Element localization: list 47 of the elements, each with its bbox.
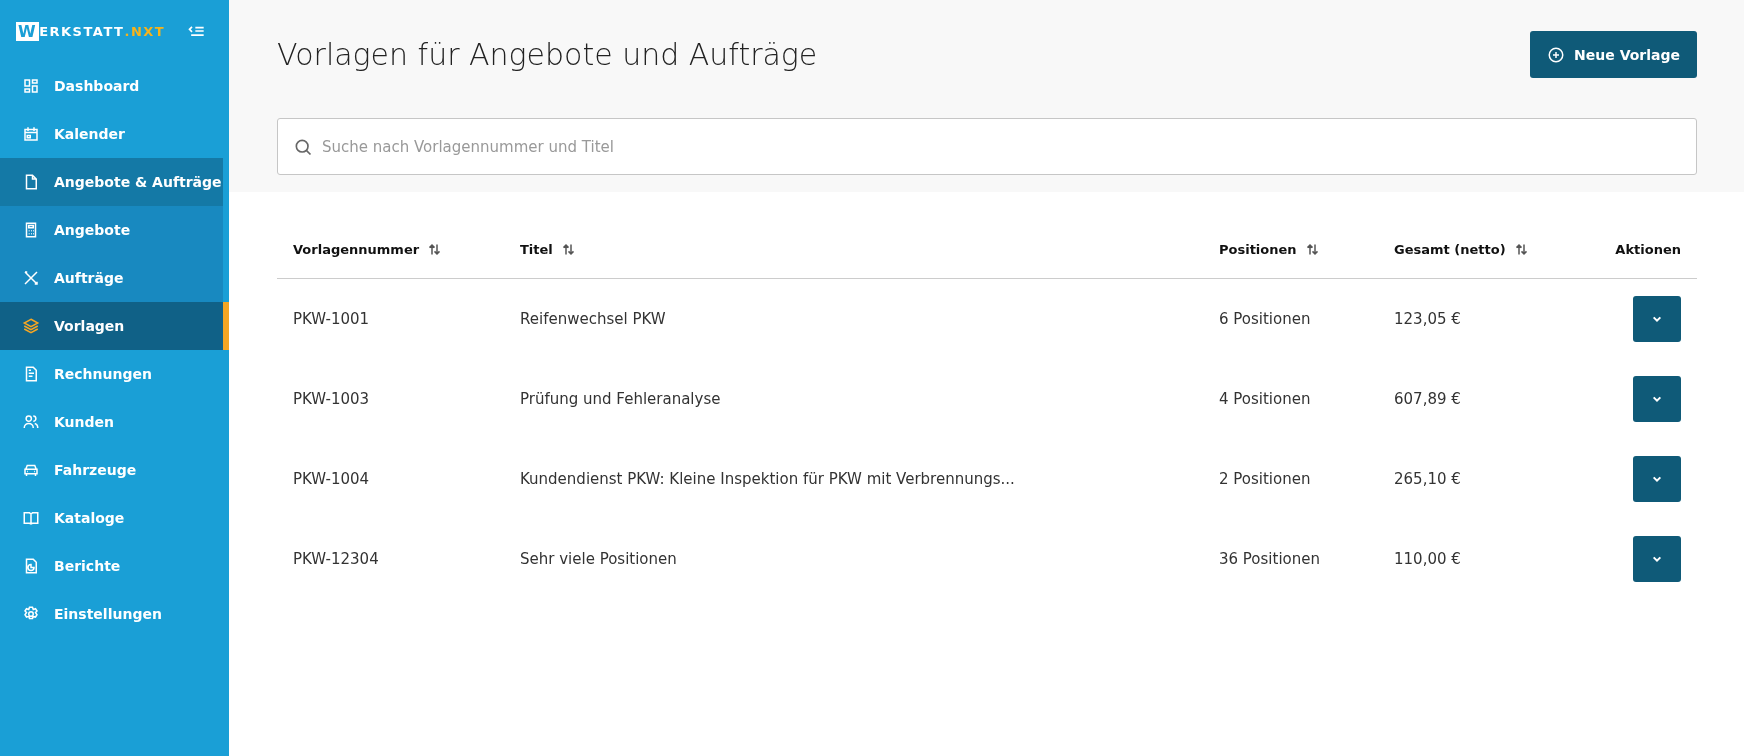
page-title: Vorlagen für Angebote und Aufträge xyxy=(277,37,818,72)
table-cell: PKW-1001 xyxy=(293,310,370,328)
sidebar-item[interactable]: Fahrzeuge xyxy=(0,446,229,494)
sidebar-subitem[interactable]: Vorlagen xyxy=(0,302,229,350)
users-icon xyxy=(22,413,40,431)
tools-icon xyxy=(22,269,40,287)
table-cell: PKW-1003 xyxy=(293,390,370,408)
table-cell: PKW-1004 xyxy=(293,470,370,488)
table-cell: Reifenwechsel PKW xyxy=(520,310,666,328)
column-header[interactable]: Gesamt (netto) xyxy=(1394,241,1506,257)
table-cell: Prüfung und Fehleranalyse xyxy=(520,390,721,408)
logo-text: ERKSTATT xyxy=(39,23,125,39)
sidebar-subitem[interactable]: Aufträge xyxy=(0,254,223,302)
new-template-button[interactable]: Neue Vorlage xyxy=(1530,31,1697,78)
table-cell: 110,00 € xyxy=(1394,550,1461,568)
column-header[interactable]: Titel xyxy=(520,241,553,257)
book-icon xyxy=(22,509,40,527)
table-cell: Kundendienst PKW: Kleine Inspektion für PKW mit Verbrennungs... xyxy=(520,470,1015,488)
column-header[interactable]: Vorlagennummer xyxy=(293,241,420,257)
sidebar-subitem[interactable]: Angebote xyxy=(0,206,223,254)
plus-circle-icon xyxy=(1547,45,1566,64)
sidebar-item[interactable]: Berichte xyxy=(0,542,229,590)
calendar-icon xyxy=(22,125,40,143)
sidebar-item[interactable]: Kalender xyxy=(0,110,229,158)
table-cell: 2 Positionen xyxy=(1219,470,1311,488)
grid-icon xyxy=(22,77,40,95)
column-header[interactable]: Positionen xyxy=(1219,241,1297,257)
sidebar-item[interactable]: Kataloge xyxy=(0,494,229,542)
search-field[interactable]: Suche nach Vorlagennummer und Titel xyxy=(277,118,1697,175)
table-cell: Sehr viele Positionen xyxy=(520,550,677,568)
table-cell: 123,05 € xyxy=(1394,310,1461,328)
logo-letter: W xyxy=(16,21,40,41)
sidebar-item[interactable]: Rechnungen xyxy=(0,350,229,398)
logo-suffix: .NXT xyxy=(124,23,166,39)
sidebar-item[interactable]: Dashboard xyxy=(0,62,229,110)
table-cell: 4 Positionen xyxy=(1219,390,1311,408)
sidebar-item[interactable]: Einstellungen xyxy=(0,590,229,638)
search-icon xyxy=(293,137,313,157)
table-cell: 607,89 € xyxy=(1394,390,1461,408)
column-header: Aktionen xyxy=(1615,241,1681,257)
sidebar-item[interactable]: Angebote & Aufträge xyxy=(0,158,223,206)
table-cell: 6 Positionen xyxy=(1219,310,1311,328)
table-cell: PKW-12304 xyxy=(293,550,379,568)
table-cell: 265,10 € xyxy=(1394,470,1461,488)
table-cell: 36 Positionen xyxy=(1219,550,1320,568)
layers-icon xyxy=(22,317,40,335)
sidebar-item[interactable]: Kunden xyxy=(0,398,229,446)
